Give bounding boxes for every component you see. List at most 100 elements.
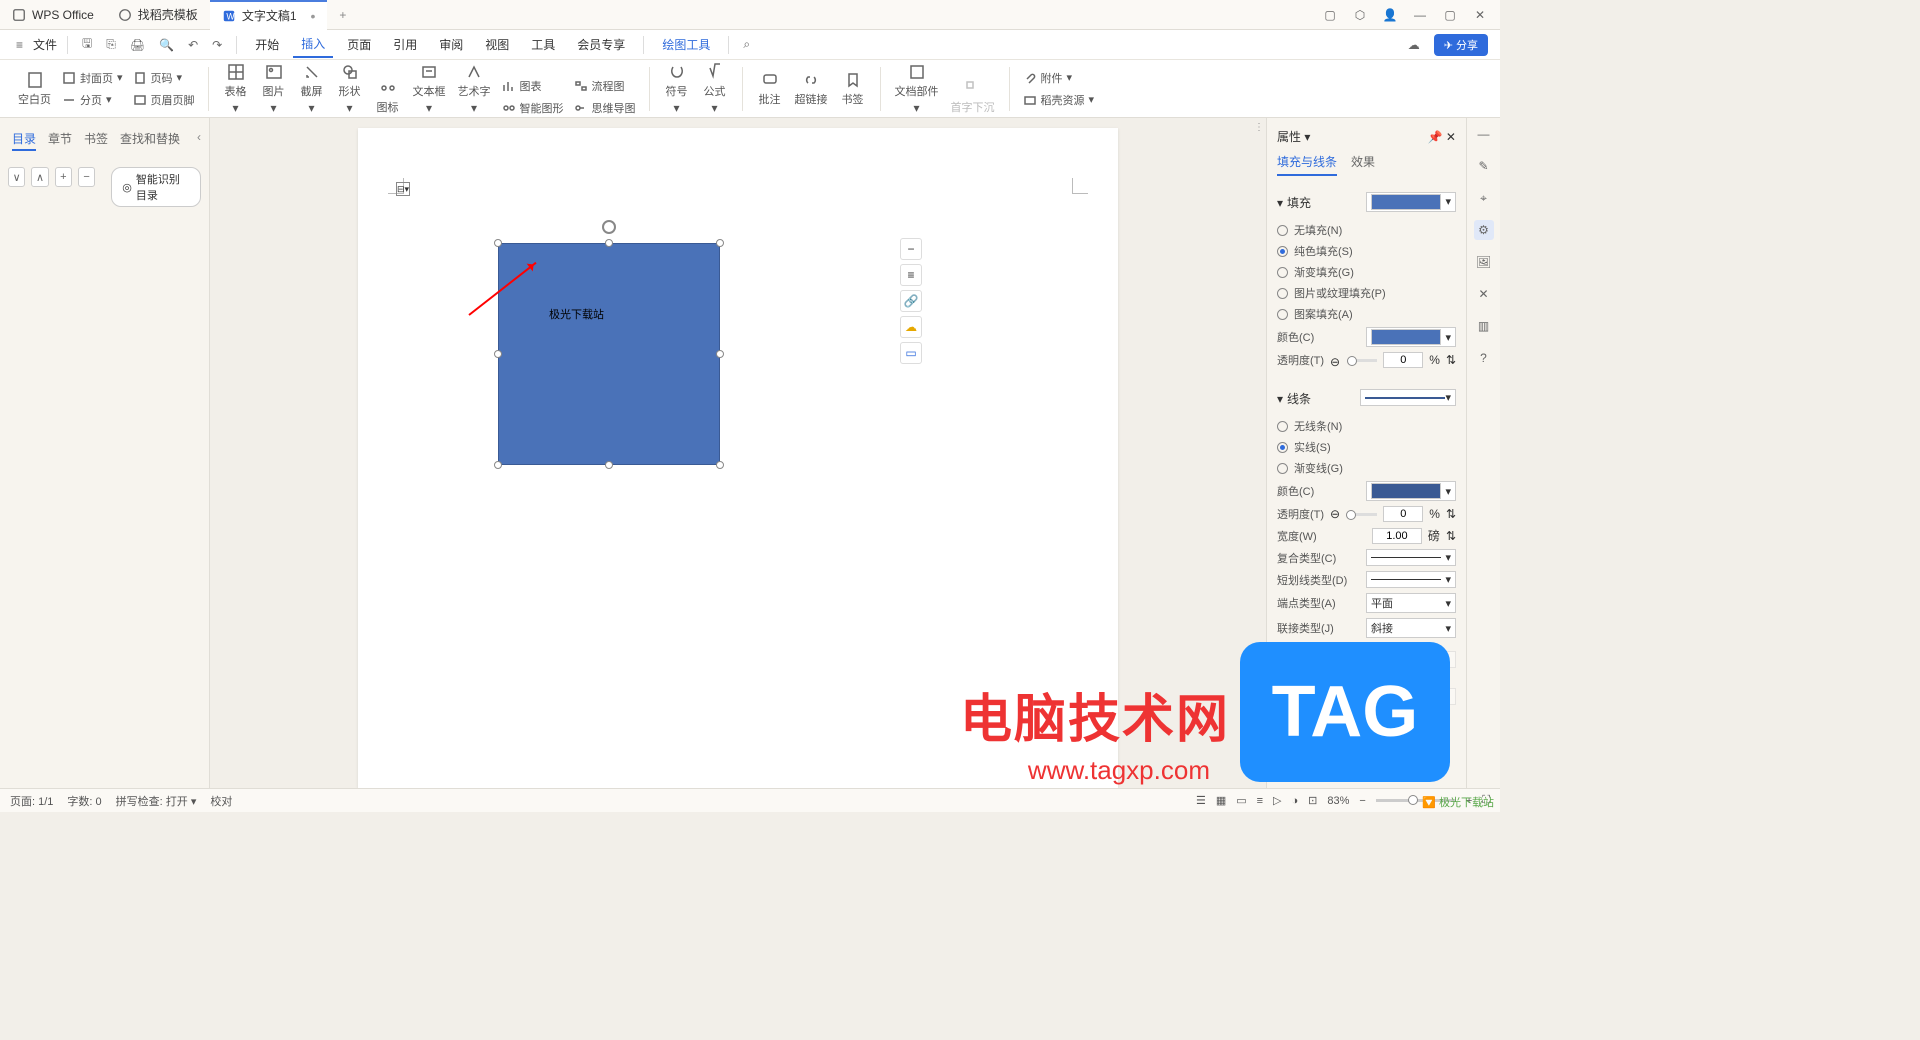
resize-handle-nw[interactable] [494,239,502,247]
resize-handle-se[interactable] [716,461,724,469]
file-menu[interactable]: 文件 [33,36,57,53]
menu-view[interactable]: 视图 [477,32,517,57]
rp-pin-close[interactable]: 📌 ✕ [1428,130,1456,144]
rb-bookmark[interactable]: 书签 [836,69,870,109]
rb-equation[interactable]: 公式▾ [698,61,732,117]
cap-type[interactable]: 平面 ▾ [1366,593,1456,613]
rp-tab-fill[interactable]: 填充与线条 [1277,153,1337,176]
rb-comment[interactable]: 批注 [753,69,787,109]
minimize-icon[interactable]: — [1412,7,1428,23]
rb-textbox[interactable]: 文本框▾ [409,61,450,117]
selected-rectangle-shape[interactable]: 极光下载站 [498,243,720,465]
line-opacity-input[interactable] [1383,506,1423,522]
lp-tab-chapter[interactable]: 章节 [48,130,72,151]
view-icon-6[interactable]: ◑ [1292,795,1299,807]
rb-screenshot[interactable]: 截屏▾ [295,61,329,117]
fill-color-picker[interactable]: ▾ [1366,327,1456,347]
share-button[interactable]: ✈ 分享 [1434,34,1488,56]
resize-handle-s[interactable] [605,461,613,469]
radio-nofill[interactable] [1277,225,1288,236]
redo-icon[interactable]: ↷ [208,36,226,54]
lp-smart-toc[interactable]: ◎ 智能识别目录 [111,167,201,207]
rb-mindmap[interactable]: 思维导图 [571,99,639,117]
status-spell[interactable]: 拼写检查: 打开 ▾ [116,793,197,809]
rail-collapse-icon[interactable]: — [1474,124,1494,144]
cloud-icon[interactable]: ☁ [1404,36,1424,54]
view-icon-3[interactable]: ▭ [1236,794,1246,807]
radio-noline[interactable] [1277,421,1288,432]
ft-rect[interactable]: ▭ [900,342,922,364]
export-icon[interactable]: ⎘ [102,35,120,54]
rp-tab-effect[interactable]: 效果 [1351,153,1375,176]
menu-insert[interactable]: 插入 [293,31,333,58]
view-icon-1[interactable]: ☰ [1196,794,1206,807]
ft-collapse[interactable]: − [900,238,922,260]
panel-icon[interactable]: ▢ [1322,7,1338,23]
radio-texture[interactable] [1277,288,1288,299]
tab-wps[interactable]: WPS Office [0,0,106,30]
rail-select-icon[interactable]: ⌖ [1474,188,1494,208]
save-icon[interactable]: 🖫 [78,32,96,57]
fill-opacity-input[interactable] [1383,352,1423,368]
print-icon[interactable]: 🖨 [126,36,149,54]
undo-icon[interactable]: ↶ [184,36,202,54]
avatar-icon[interactable]: 👤 [1382,7,1398,23]
lp-tab-bookmark[interactable]: 书签 [84,130,108,151]
rb-wordart[interactable]: 艺术字▾ [454,61,495,117]
rail-pen-icon[interactable]: ✎ [1474,156,1494,176]
tab-template[interactable]: 找稻壳模板 [106,0,210,30]
menu-drawtools[interactable]: 绘图工具 [654,32,718,57]
maximize-icon[interactable]: ▢ [1442,7,1458,23]
view-icon-7[interactable]: ⊡ [1308,794,1317,807]
fill-opacity-slider[interactable] [1347,359,1377,362]
spinner-icon[interactable]: ⇅ [1446,353,1456,367]
menu-member[interactable]: 会员专享 [569,32,633,57]
lp-expand-down[interactable]: ∨ [8,167,25,187]
rb-pagebreak[interactable]: 分页 ▾ [59,91,126,109]
view-icon-2[interactable]: ▦ [1216,794,1226,807]
close-window-icon[interactable]: ✕ [1472,7,1488,23]
line-opacity-slider[interactable] [1346,513,1377,516]
rb-picture[interactable]: 图片▾ [257,61,291,117]
line-color-picker[interactable]: ▾ [1366,481,1456,501]
fill-color-dropdown[interactable]: ▾ [1366,192,1456,212]
rail-layout-icon[interactable]: ▥ [1474,316,1494,336]
ft-fill[interactable]: ☁ [900,316,922,338]
search-icon[interactable]: ⌕ [739,35,754,54]
rb-headerfooter[interactable]: 页眉页脚 [130,91,198,109]
rb-resources[interactable]: 稻壳资源 ▾ [1020,91,1098,109]
new-tab-button[interactable]: + [327,8,358,22]
rb-cover[interactable]: 封面页 ▾ [59,69,126,87]
rb-smartart[interactable]: 智能图形 [499,99,567,117]
preview-icon[interactable]: 🔍 [155,36,178,54]
resize-handle-e[interactable] [716,350,724,358]
zoom-label[interactable]: 83% [1327,795,1349,807]
compound-type[interactable]: ▾ [1366,549,1456,566]
status-page[interactable]: 页面: 1/1 [10,793,53,809]
lp-add[interactable]: + [55,167,72,187]
rb-table[interactable]: 表格▾ [219,61,253,117]
rp-fill-header[interactable]: ▾ 填充 [1277,194,1311,211]
lp-tab-find[interactable]: 查找和替换 [120,130,180,151]
rail-help-icon[interactable]: ? [1474,348,1494,368]
resize-handle-w[interactable] [494,350,502,358]
view-icon-5[interactable]: ▷ [1273,794,1281,807]
rb-flowchart[interactable]: 流程图 [571,77,639,95]
rb-chart[interactable]: 图表 [499,77,567,95]
close-icon[interactable]: • [311,8,316,24]
rail-settings-icon[interactable]: ⚙ [1474,220,1494,240]
rb-shape[interactable]: 形状▾ [333,61,367,117]
menu-reference[interactable]: 引用 [385,32,425,57]
status-words[interactable]: 字数: 0 [67,793,101,809]
menu-start[interactable]: 开始 [247,32,287,57]
rotation-handle[interactable] [602,220,616,234]
resize-handle-ne[interactable] [716,239,724,247]
ft-link[interactable]: 🔗 [900,290,922,312]
resize-handle-n[interactable] [605,239,613,247]
lp-remove[interactable]: − [78,167,95,187]
rb-hyperlink[interactable]: 超链接 [791,69,832,109]
rail-image-icon[interactable]: 🖼 [1474,252,1494,272]
menu-review[interactable]: 审阅 [431,32,471,57]
tab-document[interactable]: W 文字文稿1 • [210,0,328,30]
status-proof[interactable]: 校对 [210,793,232,809]
